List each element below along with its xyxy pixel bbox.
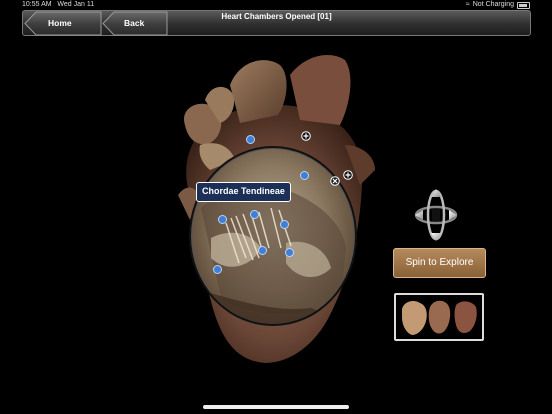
lens-detail-image — [191, 184, 355, 324]
annotation-pin[interactable] — [280, 220, 289, 229]
structure-label: Chordae Tendineae — [196, 182, 291, 202]
view-thumbnails[interactable] — [394, 293, 484, 341]
magnifier-lens[interactable] — [189, 146, 357, 326]
back-button[interactable]: Back — [102, 11, 168, 36]
annotation-pin[interactable] — [300, 171, 309, 180]
annotation-pin[interactable] — [258, 246, 267, 255]
wifi-icon: ≈ — [465, 1, 470, 8]
status-time: 10:55 AM — [22, 1, 52, 8]
annotation-pin[interactable] — [218, 215, 227, 224]
plus-icon[interactable] — [301, 131, 311, 141]
plus-icon[interactable] — [343, 170, 353, 180]
home-button[interactable]: Home — [24, 11, 102, 36]
home-indicator[interactable] — [203, 405, 349, 409]
status-date: Wed Jan 11 — [57, 1, 95, 8]
annotation-pin[interactable] — [285, 248, 294, 257]
annotation-pin[interactable] — [246, 135, 255, 144]
close-icon[interactable] — [330, 176, 340, 186]
status-left: 10:55 AM Wed Jan 11 — [22, 0, 94, 10]
annotation-pin[interactable] — [250, 210, 259, 219]
charging-status: Not Charging — [472, 1, 514, 8]
spin-to-explore-button[interactable]: Spin to Explore — [393, 248, 486, 278]
rotate-arrows-icon[interactable] — [413, 187, 459, 243]
status-bar: 10:55 AM Wed Jan 11 ≈ Not Charging — [0, 0, 552, 10]
navigation-bar: Heart Chambers Opened [01] Home Back — [22, 10, 531, 36]
home-button-label: Home — [48, 18, 72, 28]
battery-icon — [517, 1, 530, 9]
heart-thumbnails-image — [402, 300, 477, 335]
annotation-pin[interactable] — [213, 265, 222, 274]
back-button-label: Back — [124, 18, 145, 28]
status-right: ≈ Not Charging — [466, 0, 530, 10]
